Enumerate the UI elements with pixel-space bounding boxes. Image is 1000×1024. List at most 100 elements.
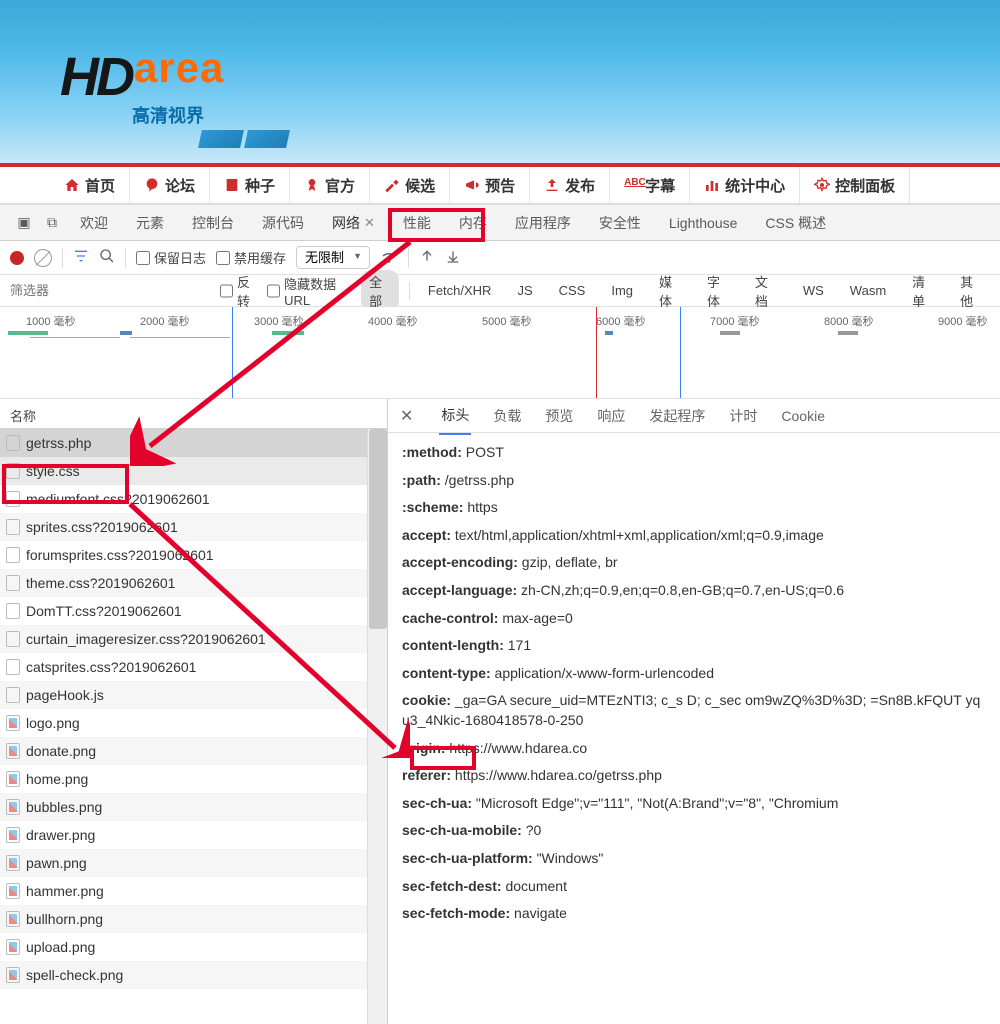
tab-lighthouse[interactable]: Lighthouse: [655, 205, 752, 240]
invert-checkbox[interactable]: 反转: [220, 272, 257, 310]
tab-cssoverview[interactable]: CSS 概述: [751, 205, 840, 240]
hide-data-urls-checkbox[interactable]: 隐藏数据 URL: [267, 274, 351, 308]
nav-seed[interactable]: 种子: [210, 167, 290, 203]
preserve-log-checkbox[interactable]: 保留日志: [136, 248, 206, 267]
filter-img[interactable]: Img: [603, 281, 641, 300]
css-file-icon: [6, 659, 20, 675]
filter-js[interactable]: JS: [509, 281, 540, 300]
tab-preview[interactable]: 预览: [543, 398, 575, 434]
record-button[interactable]: [10, 251, 24, 265]
headers-list[interactable]: :method: POST:path: /getrss.php:scheme: …: [388, 433, 1000, 1024]
request-row[interactable]: bubbles.png: [0, 793, 387, 821]
nav-official[interactable]: 官方: [290, 167, 370, 203]
wifi-icon[interactable]: [380, 247, 398, 268]
request-name: upload.png: [26, 939, 95, 955]
disable-cache-checkbox[interactable]: 禁用缓存: [216, 248, 286, 267]
header-key: cookie:: [402, 692, 451, 708]
header-row: referer: https://www.hdarea.co/getrss.ph…: [402, 766, 986, 786]
request-row[interactable]: DomTT.css?2019062601: [0, 597, 387, 625]
tab-security[interactable]: 安全性: [585, 205, 655, 240]
tab-elements[interactable]: 元素: [122, 205, 178, 240]
nav-home[interactable]: 首页: [50, 167, 130, 203]
nav-preview[interactable]: 预告: [450, 167, 530, 203]
request-row[interactable]: theme.css?2019062601: [0, 569, 387, 597]
filter-icon[interactable]: [73, 248, 89, 267]
tab-memory[interactable]: 内存: [445, 205, 501, 240]
network-timeline[interactable]: 1000 毫秒 2000 毫秒 3000 毫秒 4000 毫秒 5000 毫秒 …: [0, 307, 1000, 399]
header-value: 171: [504, 637, 531, 653]
request-row[interactable]: logo.png: [0, 709, 387, 737]
img-file-icon: [6, 883, 20, 899]
request-row[interactable]: curtain_imageresizer.css?2019062601: [0, 625, 387, 653]
doc-file-icon: [6, 435, 20, 451]
request-row[interactable]: getrss.php: [0, 429, 387, 457]
header-value: document: [502, 878, 567, 894]
tab-application[interactable]: 应用程序: [501, 205, 585, 240]
request-row[interactable]: spell-check.png: [0, 961, 387, 989]
css-file-icon: [6, 491, 20, 507]
tab-initiator[interactable]: 发起程序: [647, 398, 707, 434]
scrollbar[interactable]: [367, 429, 387, 1024]
tab-console[interactable]: 控制台: [178, 205, 248, 240]
inspect-icon[interactable]: ▣: [10, 214, 38, 231]
request-row[interactable]: sprites.css?2019062601: [0, 513, 387, 541]
filter-css[interactable]: CSS: [551, 281, 594, 300]
filter-media[interactable]: 媒体: [651, 270, 689, 312]
filter-wasm[interactable]: Wasm: [842, 281, 894, 300]
site-logo[interactable]: HDarea 高清视界: [60, 46, 292, 153]
clear-button[interactable]: [34, 249, 52, 267]
timeline-tick: 2000 毫秒: [140, 313, 190, 329]
export-icon[interactable]: [445, 248, 461, 267]
nav-subtitle[interactable]: ABC字幕: [610, 167, 690, 203]
close-icon[interactable]: ✕: [364, 215, 375, 231]
request-list[interactable]: getrss.phpstyle.cssmediumfont.css?201906…: [0, 429, 387, 1024]
import-icon[interactable]: [419, 248, 435, 267]
close-icon[interactable]: ✕: [400, 406, 413, 426]
home-icon: [64, 177, 80, 193]
request-row[interactable]: catsprites.css?2019062601: [0, 653, 387, 681]
request-row[interactable]: mediumfont.css?2019062601: [0, 485, 387, 513]
css-file-icon: [6, 603, 20, 619]
tab-welcome[interactable]: 欢迎: [66, 205, 122, 240]
request-row[interactable]: forumsprites.css?2019062601: [0, 541, 387, 569]
request-row[interactable]: home.png: [0, 765, 387, 793]
filter-font[interactable]: 字体: [699, 270, 737, 312]
nav-publish[interactable]: 发布: [530, 167, 610, 203]
request-row[interactable]: drawer.png: [0, 821, 387, 849]
filter-manifest[interactable]: 清单: [904, 270, 942, 312]
column-header-name[interactable]: 名称: [0, 399, 387, 429]
filter-all[interactable]: 全部: [361, 270, 399, 312]
request-row[interactable]: pawn.png: [0, 849, 387, 877]
nav-panel[interactable]: 控制面板: [800, 167, 910, 203]
filter-doc[interactable]: 文档: [747, 270, 785, 312]
request-row[interactable]: upload.png: [0, 933, 387, 961]
site-banner: HDarea 高清视界: [0, 0, 1000, 163]
request-row[interactable]: donate.png: [0, 737, 387, 765]
throttling-select[interactable]: 无限制: [296, 246, 370, 269]
filter-other[interactable]: 其他: [952, 270, 990, 312]
request-name: bullhorn.png: [26, 911, 103, 927]
request-row[interactable]: hammer.png: [0, 877, 387, 905]
tab-network[interactable]: 网络✕: [318, 205, 389, 240]
filter-fetch[interactable]: Fetch/XHR: [420, 281, 500, 300]
request-row[interactable]: bullhorn.png: [0, 905, 387, 933]
search-icon[interactable]: [99, 248, 115, 267]
timeline-tick: 8000 毫秒: [824, 313, 874, 329]
nav-candidate[interactable]: 候选: [370, 167, 450, 203]
request-row[interactable]: pageHook.js: [0, 681, 387, 709]
tab-performance[interactable]: 性能: [389, 205, 445, 240]
tab-payload[interactable]: 负载: [491, 398, 523, 434]
tab-headers[interactable]: 标头: [439, 397, 471, 435]
request-name: home.png: [26, 771, 88, 787]
tab-response[interactable]: 响应: [595, 398, 627, 434]
request-name: bubbles.png: [26, 799, 102, 815]
nav-forum[interactable]: 论坛: [130, 167, 210, 203]
nav-stats[interactable]: 统计中心: [690, 167, 800, 203]
filter-ws[interactable]: WS: [795, 281, 832, 300]
request-row[interactable]: style.css: [0, 457, 387, 485]
tab-sources[interactable]: 源代码: [248, 205, 318, 240]
tab-timing[interactable]: 计时: [727, 398, 759, 434]
tab-cookies[interactable]: Cookie: [779, 400, 827, 432]
device-icon[interactable]: ⧉: [38, 214, 66, 231]
filter-input[interactable]: [10, 283, 80, 298]
